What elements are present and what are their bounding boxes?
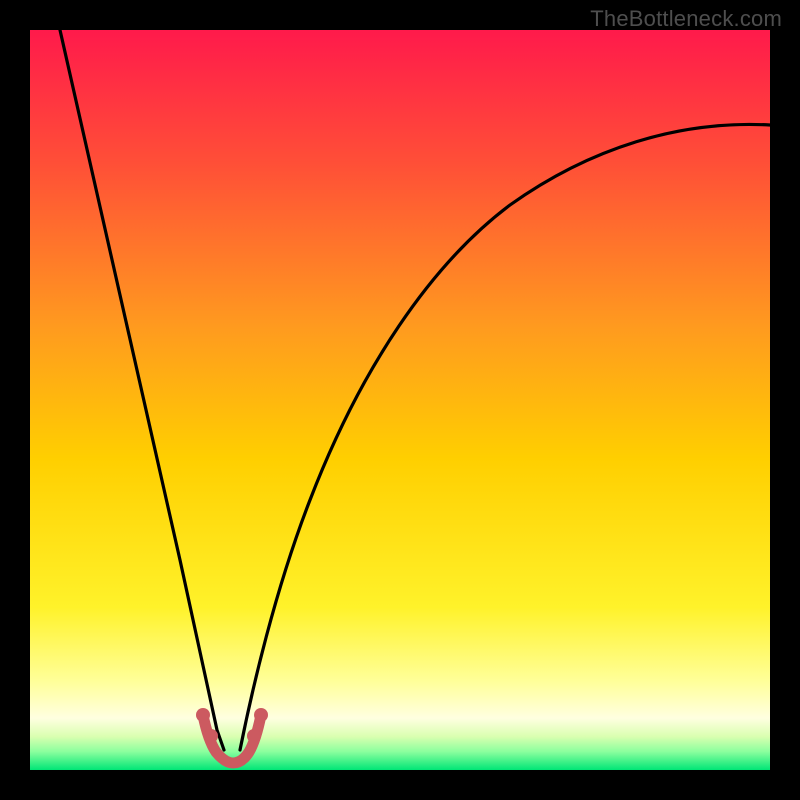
- bottleneck-chart: [30, 30, 770, 770]
- marker-dot: [247, 729, 261, 743]
- marker-dot: [204, 729, 218, 743]
- gradient-background: [30, 30, 770, 770]
- chart-frame: { "watermark": "TheBottleneck.com", "col…: [0, 0, 800, 800]
- marker-dot: [254, 708, 268, 722]
- watermark-text: TheBottleneck.com: [590, 6, 782, 32]
- marker-dot: [196, 708, 210, 722]
- chart-svg: [30, 30, 770, 770]
